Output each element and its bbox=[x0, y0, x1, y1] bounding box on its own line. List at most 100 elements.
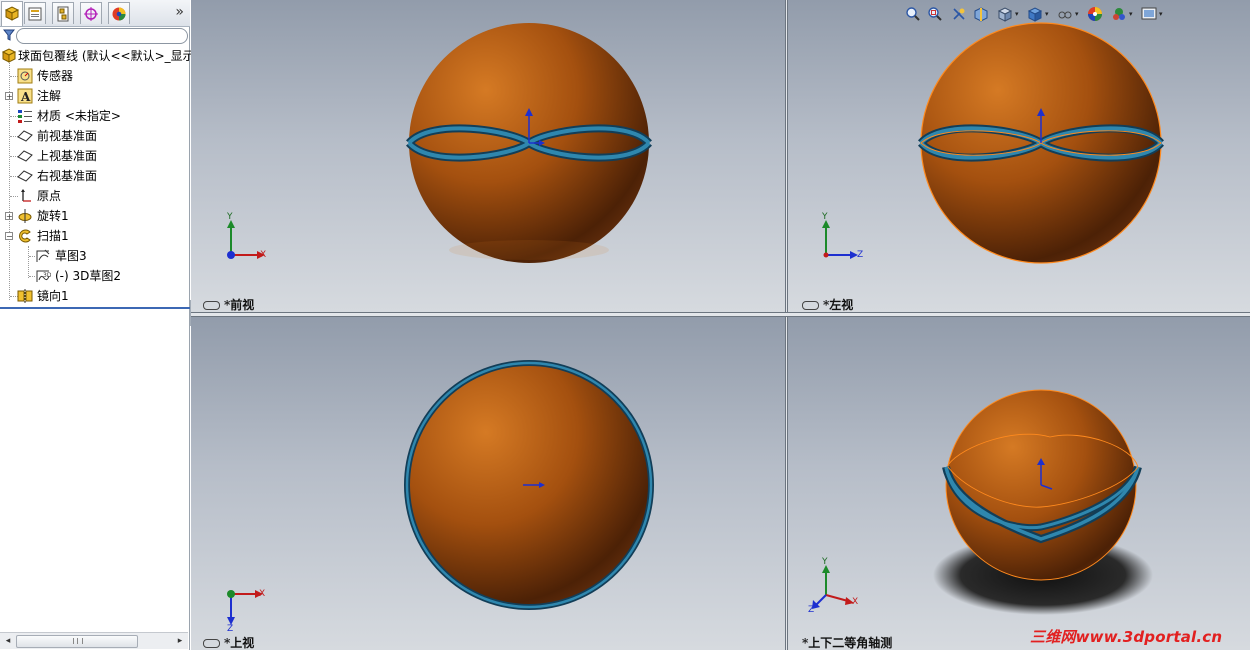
view-orientation-dropdown[interactable]: ▾ bbox=[1015, 10, 1021, 18]
scroll-thumb[interactable] bbox=[16, 635, 138, 648]
view-settings-dropdown[interactable]: ▾ bbox=[1159, 10, 1165, 18]
axis-z-label: Z bbox=[808, 605, 815, 615]
link-views-icon[interactable] bbox=[203, 301, 220, 310]
tree-item-mirror[interactable]: 镜向1 bbox=[0, 286, 190, 306]
tree-item-label: 传感器 bbox=[37, 69, 74, 83]
dimxpert-tab[interactable] bbox=[80, 2, 102, 24]
apply-scene-icon bbox=[1113, 8, 1125, 20]
previous-view-icon bbox=[953, 8, 965, 20]
viewport-horizontal-splitter[interactable] bbox=[191, 312, 1250, 317]
feature-tree-tab[interactable] bbox=[1, 1, 23, 26]
viewport-label: *前视 bbox=[203, 296, 254, 312]
axis-triad bbox=[812, 565, 854, 609]
zoom-to-area-button[interactable] bbox=[926, 4, 944, 24]
scroll-left-button[interactable]: ◂ bbox=[2, 635, 14, 647]
tree-item-label: 草图3 bbox=[55, 249, 87, 263]
zoom-to-fit-button[interactable] bbox=[904, 4, 922, 24]
tree-item-origin[interactable]: 原点 bbox=[0, 186, 190, 206]
edit-appearance-icon bbox=[1088, 7, 1102, 21]
view-name: *上视 bbox=[224, 636, 255, 650]
tree-item-label: 右视基准面 bbox=[37, 169, 98, 183]
tree-root-label: 球面包覆线 (默认<<默认>_显示 bbox=[18, 49, 195, 63]
expand-toggle[interactable]: + bbox=[5, 212, 13, 221]
filter-bar bbox=[0, 27, 188, 45]
expand-toggle[interactable]: + bbox=[5, 92, 13, 101]
previous-view-button[interactable] bbox=[950, 4, 968, 24]
axis-y-label: Y bbox=[822, 557, 828, 567]
display-manager-tab[interactable] bbox=[108, 2, 130, 24]
axis-triad bbox=[822, 220, 858, 259]
view-name: *上下二等角轴测 bbox=[802, 636, 893, 650]
tree-item-front-plane[interactable]: 前视基准面 bbox=[0, 126, 190, 146]
display-style-icon bbox=[1027, 7, 1043, 22]
view-orientation-button[interactable] bbox=[996, 4, 1014, 24]
viewport-top[interactable]: X Z *上视 bbox=[191, 317, 785, 650]
annotations-icon: A bbox=[17, 88, 33, 104]
display-style-button[interactable] bbox=[1026, 4, 1044, 24]
tree-item-revolve[interactable]: + 旋转1 bbox=[0, 206, 190, 226]
zoom-to-fit-icon bbox=[906, 7, 920, 21]
viewport-left[interactable]: Y Z ▾ ▾ ▾ ▾ ▾ *左视 bbox=[788, 0, 1250, 312]
origin-icon bbox=[21, 189, 31, 202]
tree-item-top-plane[interactable]: 上视基准面 bbox=[0, 146, 190, 166]
tree-item-sensors[interactable]: 传感器 bbox=[0, 66, 190, 86]
link-views-icon[interactable] bbox=[203, 639, 220, 648]
tree-item-label: 旋转1 bbox=[37, 209, 69, 223]
rollback-bar[interactable] bbox=[0, 307, 190, 309]
view-orientation-icon bbox=[997, 7, 1013, 22]
axis-y-label: Y bbox=[227, 212, 233, 222]
apply-scene-button[interactable] bbox=[1110, 4, 1128, 24]
plane-icon bbox=[17, 150, 33, 162]
top-view-model bbox=[227, 360, 654, 625]
horizontal-scrollbar[interactable]: ◂ ▸ bbox=[0, 632, 188, 649]
viewport-label: *上视 bbox=[203, 634, 254, 650]
part-icon bbox=[1, 48, 17, 63]
edit-appearance-button[interactable] bbox=[1086, 4, 1104, 24]
collapse-toggle[interactable]: − bbox=[5, 232, 13, 241]
hide-show-items-icon bbox=[1058, 11, 1072, 19]
tree-item-label: 镜向1 bbox=[37, 289, 69, 303]
tree-item-annotations[interactable]: + A 注解 bbox=[0, 86, 190, 106]
tree-item-right-plane[interactable]: 右视基准面 bbox=[0, 166, 190, 186]
property-manager-tab[interactable] bbox=[24, 2, 46, 24]
tree-item-label: (-) 3D草图2 bbox=[55, 269, 122, 283]
sensor-icon bbox=[17, 68, 33, 84]
tree-item-3d-sketch2[interactable]: 3D (-) 3D草图2 bbox=[0, 266, 190, 286]
filter-icon[interactable] bbox=[3, 29, 15, 41]
more-tabs-button[interactable]: » bbox=[175, 4, 184, 20]
section-view-button[interactable] bbox=[972, 4, 990, 24]
filter-input[interactable] bbox=[16, 28, 188, 44]
tree-root-part[interactable]: 球面包覆线 (默认<<默认>_显示 bbox=[0, 46, 195, 66]
sweep-icon bbox=[19, 229, 31, 243]
dimxpert-icon bbox=[84, 6, 98, 21]
tree-item-sketch3[interactable]: 草图3 bbox=[0, 246, 190, 266]
tree-item-material[interactable]: 材质 <未指定> bbox=[0, 106, 190, 126]
axis-z-label: Z bbox=[857, 250, 864, 260]
feature-tree-icon bbox=[4, 6, 20, 21]
hide-show-items-button[interactable] bbox=[1056, 4, 1074, 24]
feature-manager-tabs: » bbox=[0, 0, 190, 27]
sketch-icon bbox=[36, 249, 50, 262]
view-settings-button[interactable] bbox=[1140, 4, 1158, 24]
axis-x-label: X bbox=[852, 597, 859, 607]
viewport-vertical-splitter[interactable] bbox=[785, 0, 788, 650]
viewport-dimetric[interactable]: Y X Z *上下二等角轴测 bbox=[788, 317, 1250, 650]
axis-x-label: X bbox=[259, 589, 266, 599]
axis-x-label: X bbox=[260, 250, 267, 260]
revolve-icon bbox=[18, 209, 32, 223]
tree-item-label: 前视基准面 bbox=[37, 129, 98, 143]
apply-scene-dropdown[interactable]: ▾ bbox=[1129, 10, 1135, 18]
configuration-manager-icon bbox=[57, 6, 69, 21]
link-views-icon[interactable] bbox=[802, 301, 819, 310]
configuration-manager-tab[interactable] bbox=[52, 2, 74, 24]
scroll-right-button[interactable]: ▸ bbox=[174, 635, 186, 647]
tree-item-sweep[interactable]: − 扫描1 bbox=[0, 226, 190, 246]
material-icon bbox=[18, 110, 32, 123]
hide-show-items-dropdown[interactable]: ▾ bbox=[1075, 10, 1081, 18]
display-style-dropdown[interactable]: ▾ bbox=[1045, 10, 1051, 18]
viewport-label: *上下二等角轴测 bbox=[802, 634, 892, 650]
zoom-to-area-icon bbox=[928, 7, 942, 21]
viewport-front[interactable]: Y X *前视 bbox=[191, 0, 785, 312]
svg-text:A: A bbox=[20, 90, 31, 104]
view-name: *前视 bbox=[224, 298, 255, 312]
